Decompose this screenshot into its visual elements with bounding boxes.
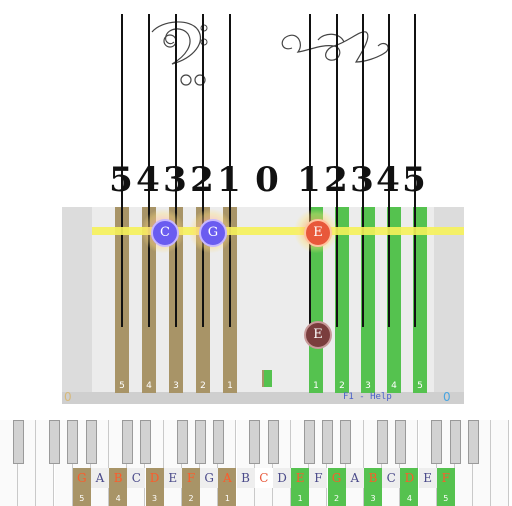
key-finger-number: 4 — [115, 494, 121, 503]
key-finger-number: 4 — [406, 494, 412, 503]
finger-number-left-1: 1 — [217, 160, 241, 200]
key-label: E — [418, 468, 437, 488]
board-base — [62, 392, 464, 404]
board-right-margin — [434, 207, 464, 403]
black-key[interactable] — [467, 420, 479, 464]
finger-number-left-2: 2 — [190, 160, 214, 200]
string-overlay — [362, 207, 364, 327]
key-label: G — [327, 468, 346, 488]
finger-bar-label: 1 — [313, 381, 319, 391]
finger-number-left-4: 4 — [136, 160, 160, 200]
finger-bar-label: 4 — [391, 381, 397, 391]
black-key[interactable] — [85, 420, 97, 464]
finger-bar-label: 2 — [200, 381, 206, 391]
key-finger-number: 1 — [297, 494, 303, 503]
note-g: G — [199, 219, 227, 247]
black-key[interactable] — [267, 420, 279, 464]
key-finger-number: 1 — [224, 494, 230, 503]
black-key[interactable] — [322, 420, 334, 464]
string-overlay — [121, 207, 123, 327]
black-key[interactable] — [194, 420, 206, 464]
finger-number-left-3: 3 — [163, 160, 187, 200]
center-marker — [262, 370, 272, 387]
string-overlay — [414, 207, 416, 327]
key-label: C — [254, 468, 273, 488]
key-label: E — [291, 468, 310, 488]
note-e-hit: E — [304, 219, 332, 247]
key-label: A — [218, 468, 237, 488]
black-key[interactable] — [449, 420, 461, 464]
key-label: C — [382, 468, 401, 488]
black-key[interactable] — [140, 420, 152, 464]
finger-number-right-1: 1 — [297, 160, 321, 200]
finger-number-center: 0 — [255, 160, 279, 200]
left-score: 0 — [64, 390, 72, 404]
key-label: A — [345, 468, 364, 488]
key-finger-number: 2 — [188, 494, 194, 503]
key-label: B — [364, 468, 382, 488]
key-label: G — [72, 468, 91, 488]
black-key[interactable] — [49, 420, 61, 464]
key-label: E — [163, 468, 182, 488]
black-key[interactable] — [249, 420, 261, 464]
finger-number-right-5: 5 — [402, 160, 426, 200]
finger-bar-label: 1 — [227, 381, 233, 391]
key-label: G — [200, 468, 219, 488]
key-label: D — [145, 468, 164, 488]
finger-bar-label: 2 — [339, 381, 345, 391]
black-key[interactable] — [431, 420, 443, 464]
finger-bar-label: 4 — [146, 381, 152, 391]
key-finger-number: 3 — [152, 494, 158, 503]
finger-bar-label: 3 — [173, 381, 179, 391]
key-label: B — [109, 468, 128, 488]
white-key[interactable] — [491, 420, 510, 506]
key-label: F — [182, 468, 200, 488]
note-c: C — [151, 219, 179, 247]
board-left-margin — [62, 207, 92, 403]
key-label: C — [127, 468, 146, 488]
right-score: 0 — [443, 390, 451, 404]
help-hint: F1 - Help — [343, 392, 392, 402]
key-finger-number: 3 — [370, 494, 376, 503]
finger-bar-label: 5 — [417, 381, 423, 391]
finger-number-left-5: 5 — [109, 160, 133, 200]
finger-bar-label: 3 — [365, 381, 371, 391]
key-label: D — [273, 468, 291, 488]
black-key[interactable] — [121, 420, 133, 464]
black-key[interactable] — [12, 420, 24, 464]
black-key[interactable] — [394, 420, 406, 464]
key-finger-number: 2 — [334, 494, 340, 503]
key-label: D — [400, 468, 419, 488]
black-key[interactable] — [340, 420, 352, 464]
black-key[interactable] — [67, 420, 79, 464]
key-finger-number: 5 — [79, 494, 85, 503]
key-label: F — [436, 468, 455, 488]
black-key[interactable] — [212, 420, 224, 464]
string-overlay — [388, 207, 390, 327]
key-label: F — [309, 468, 328, 488]
finger-bar-label: 5 — [119, 381, 125, 391]
black-key[interactable] — [176, 420, 188, 464]
key-finger-number: 5 — [443, 494, 449, 503]
note-e-falling: E — [304, 321, 332, 349]
key-label: B — [236, 468, 255, 488]
black-key[interactable] — [376, 420, 388, 464]
bass-clef-icon — [151, 21, 208, 86]
black-key[interactable] — [303, 420, 315, 464]
key-label: A — [91, 468, 109, 488]
